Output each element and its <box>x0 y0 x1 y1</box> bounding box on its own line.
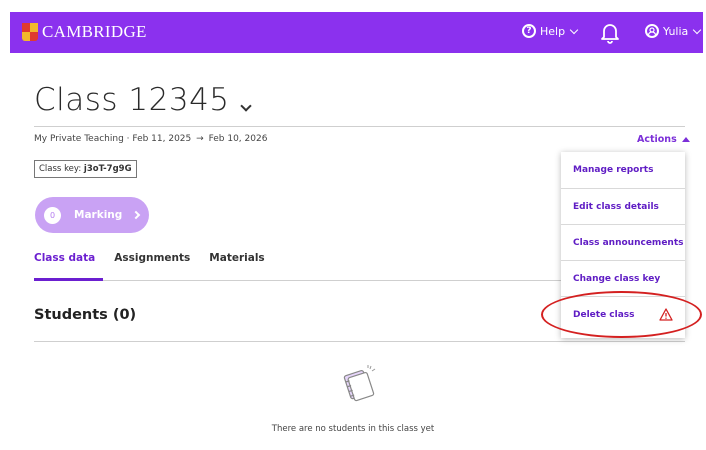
class-title-selector[interactable]: Class 12345 <box>34 82 252 118</box>
organization-name: My Private Teaching <box>34 134 124 144</box>
cambridge-shield-icon <box>22 23 38 41</box>
brand-name: CAMBRIDGE <box>42 22 147 41</box>
class-key-badge: Class key: j3oT-7g9G <box>34 160 137 178</box>
cambridge-logo[interactable]: CAMBRIDGE <box>22 22 147 42</box>
caret-up-icon <box>681 137 690 142</box>
tab-bar: Class data Assignments Materials <box>34 252 284 276</box>
help-icon: ? <box>522 24 536 38</box>
chevron-down-icon <box>239 100 252 112</box>
end-date: Feb 10, 2026 <box>208 134 268 144</box>
marking-count-badge: 0 <box>44 206 61 224</box>
actions-label: Actions <box>637 134 677 145</box>
help-menu-button[interactable]: ? Help <box>522 24 579 38</box>
chevron-down-icon <box>693 25 702 34</box>
user-avatar-icon <box>645 24 659 38</box>
divider <box>34 126 685 127</box>
marking-button[interactable]: 0 Marking <box>35 197 149 233</box>
class-key-value: j3oT-7g9G <box>83 164 132 174</box>
class-meta: My Private Teaching · Feb 11, 2025 → Feb… <box>34 134 268 144</box>
marking-label: Marking <box>74 209 123 221</box>
notifications-bell-icon[interactable] <box>600 22 620 44</box>
students-heading: Students (0) <box>34 307 137 323</box>
menu-item-label: Manage reports <box>573 165 654 175</box>
tab-materials[interactable]: Materials <box>209 252 264 276</box>
tab-assignments[interactable]: Assignments <box>114 252 190 276</box>
menu-item-manage-reports[interactable]: Manage reports <box>561 152 685 188</box>
top-navigation-bar: CAMBRIDGE ? Help Yulia <box>10 12 703 53</box>
empty-notebook-icon <box>343 365 376 402</box>
arrow-right-icon: → <box>196 134 204 144</box>
chevron-right-icon <box>132 210 141 220</box>
menu-item-edit-class-details[interactable]: Edit class details <box>561 188 685 224</box>
chevron-down-icon <box>569 25 579 34</box>
divider <box>34 341 685 342</box>
menu-item-label: Class announcements <box>573 237 684 248</box>
active-tab-indicator <box>34 278 103 281</box>
actions-menu-toggle[interactable]: Actions <box>637 134 690 145</box>
help-label: Help <box>540 24 566 38</box>
page-title: Class 12345 <box>34 82 230 118</box>
menu-item-label: Change class key <box>573 273 661 284</box>
tab-class-data[interactable]: Class data <box>34 252 95 276</box>
class-key-label: Class key: <box>39 164 82 174</box>
user-menu-button[interactable]: Yulia <box>645 24 702 38</box>
annotation-highlight-circle <box>541 291 702 338</box>
empty-state-message: There are no students in this class yet <box>271 424 435 434</box>
menu-item-class-announcements[interactable]: Class announcements <box>561 224 685 260</box>
menu-item-label: Edit class details <box>573 201 659 212</box>
user-name: Yulia <box>663 24 689 38</box>
start-date: Feb 11, 2025 <box>132 134 192 144</box>
